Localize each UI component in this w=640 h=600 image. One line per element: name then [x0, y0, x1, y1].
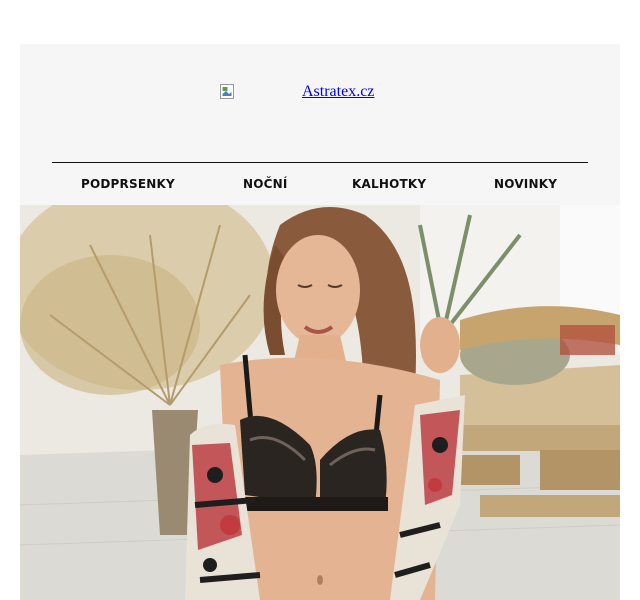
nav-item-kalhotky[interactable]: KALHOTKY [352, 163, 426, 205]
nav-item-novinky[interactable]: NOVINKY [494, 163, 557, 205]
logo-area: Astratex.cz [20, 82, 620, 104]
nav-item-nocni[interactable]: NOČNÍ [243, 163, 288, 205]
logo-link[interactable]: Astratex.cz [302, 83, 374, 101]
hero-banner[interactable] [20, 205, 620, 600]
broken-image-icon [220, 84, 234, 99]
email-container: Astratex.cz PODPRSENKY NOČNÍ KALHOTKY NO… [20, 44, 620, 600]
nav-item-podprsenky[interactable]: PODPRSENKY [81, 163, 175, 205]
main-navigation: PODPRSENKY NOČNÍ KALHOTKY NOVINKY [52, 162, 588, 206]
hero-image [20, 205, 620, 600]
